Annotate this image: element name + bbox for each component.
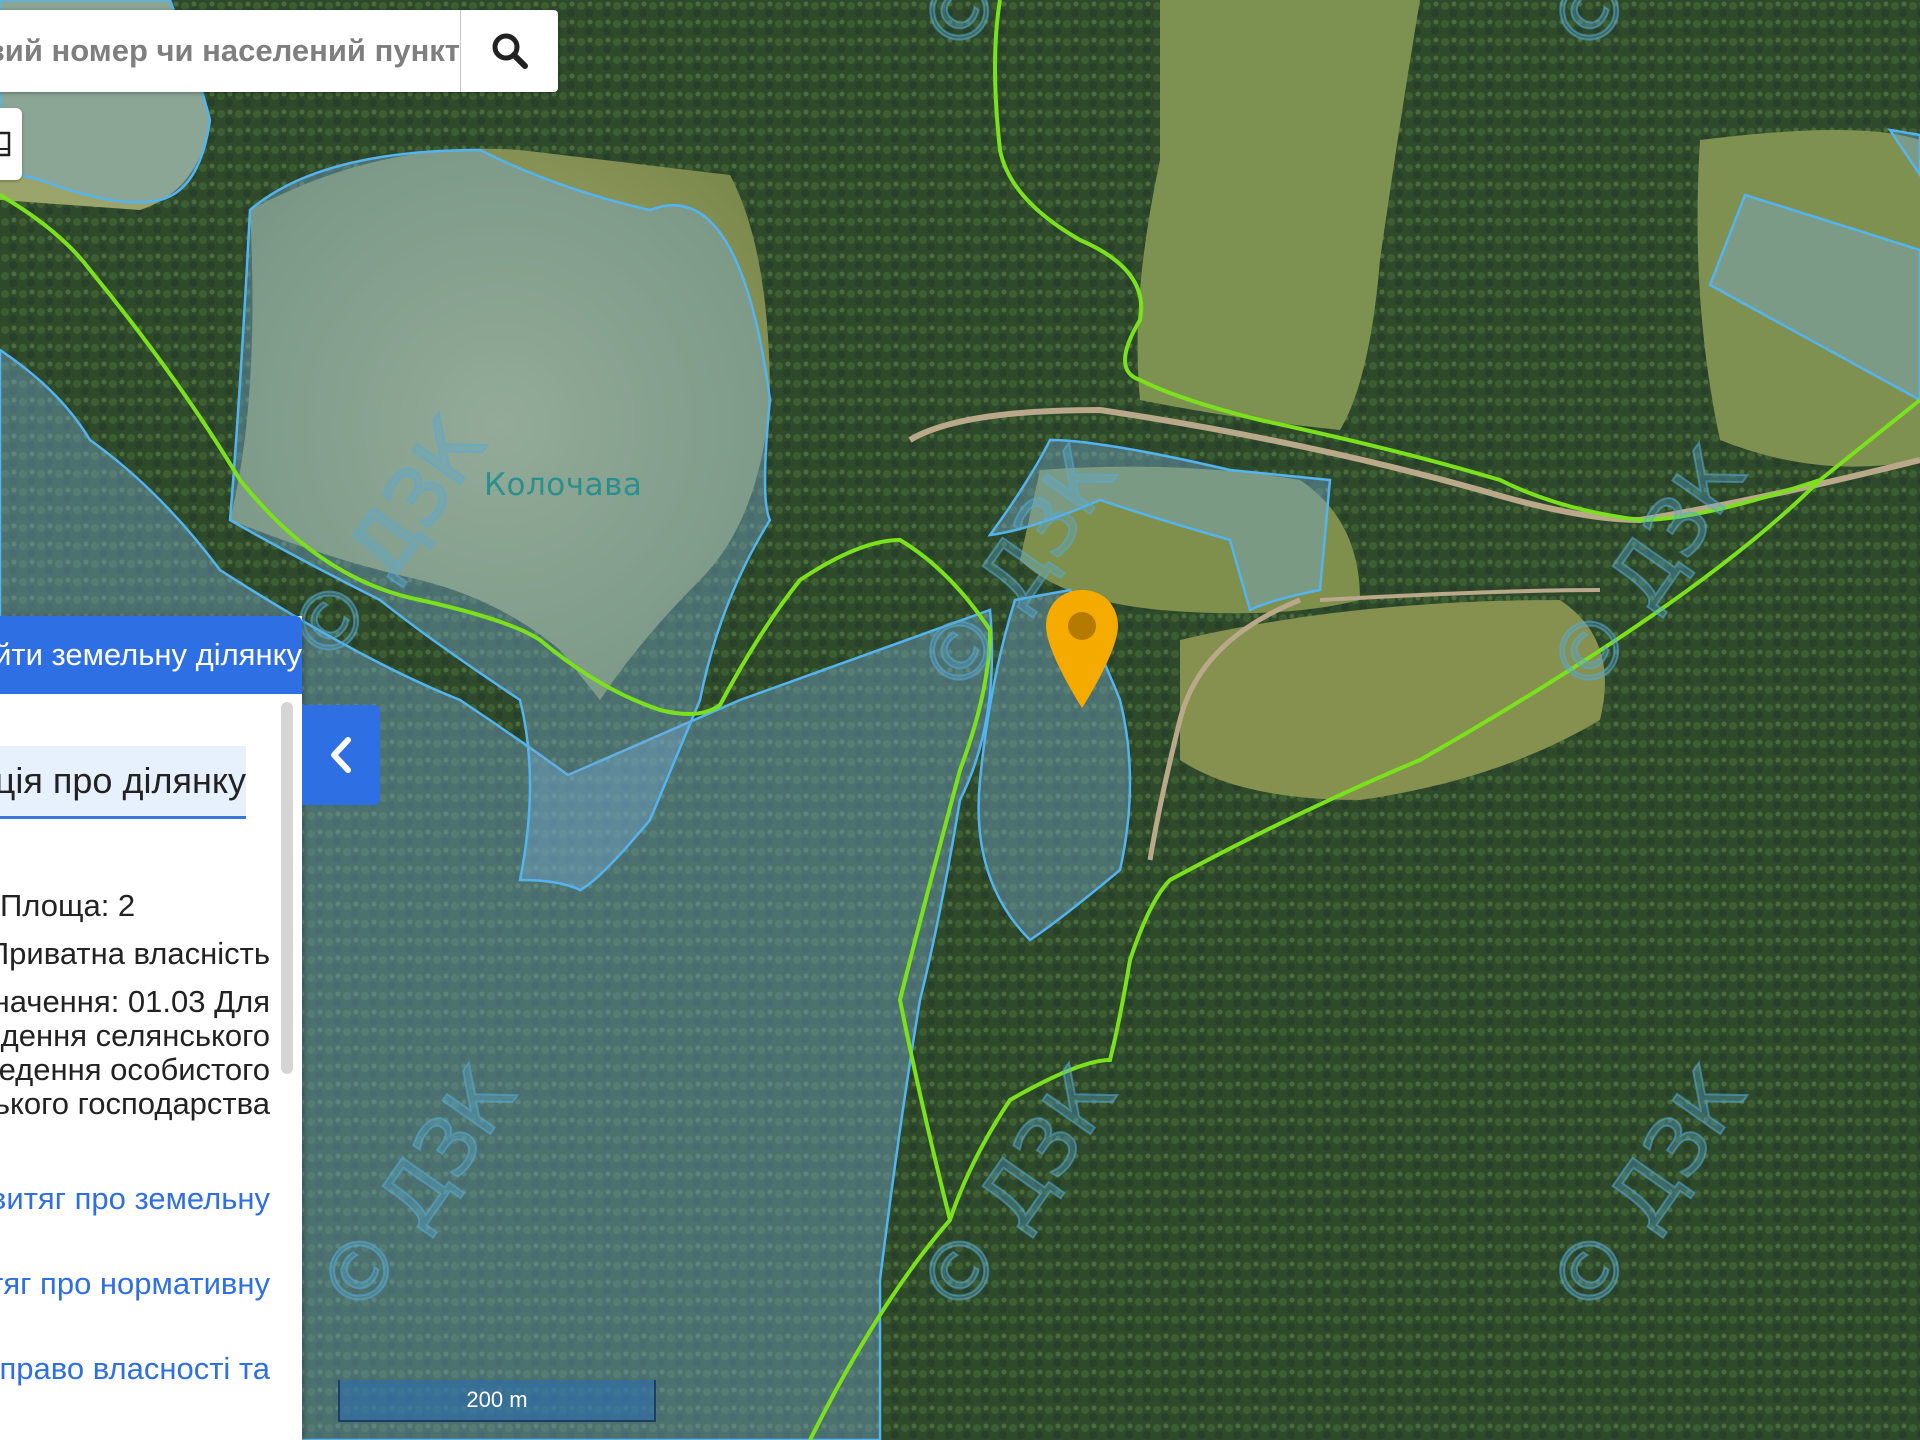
search-input[interactable]: Кадастровий номер чи населений пункт [0, 33, 460, 69]
chevron-left-icon [331, 737, 351, 773]
scale-bar: 200 m [338, 1380, 656, 1422]
search-icon [492, 33, 528, 69]
parcel-search-panel: Знайти земельну ділянку Інформація про д… [0, 616, 302, 1440]
check-ownership-link[interactable]: Перевірити право власності та [0, 1351, 270, 1387]
layers-icon [0, 131, 11, 157]
parcel-area: Площа: 2 [0, 888, 136, 923]
order-extract-link[interactable]: Замовити витяг про земельну [0, 1181, 270, 1217]
collapse-panel-button[interactable] [302, 705, 380, 805]
purpose-line-1: Цільове призначення: 01.03 Для [0, 984, 270, 1019]
purpose-line-3: господарства (ведення особистого [0, 1052, 270, 1087]
tab-parcel-info[interactable]: Інформація про ділянку [0, 746, 246, 819]
search-button[interactable] [460, 10, 558, 92]
panel-scrollbar[interactable] [281, 702, 293, 1074]
purpose-line-2: ведення селянського [0, 1018, 270, 1053]
search-box[interactable]: Кадастровий номер чи населений пункт [0, 10, 558, 92]
layers-button[interactable] [0, 108, 22, 180]
village-label: Колочава [484, 467, 643, 503]
ownership-form: Форма власності: Приватна власність [0, 936, 270, 971]
order-normative-link[interactable]: Замовити витяг про нормативну [0, 1266, 270, 1302]
purpose-line-4: селянського господарства [0, 1086, 270, 1121]
panel-header: Знайти земельну ділянку [0, 616, 302, 694]
